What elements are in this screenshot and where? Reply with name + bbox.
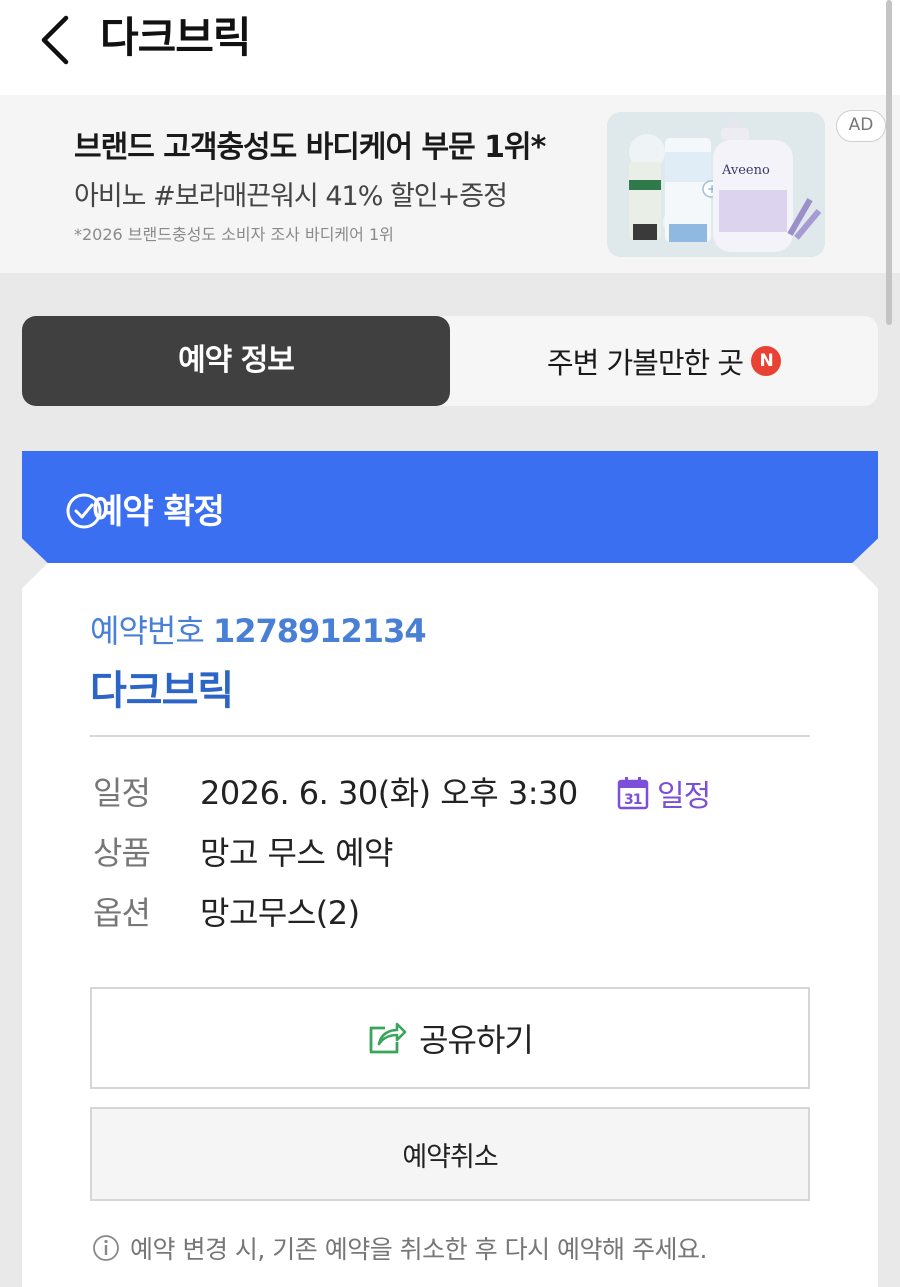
product-value: 망고 무스 예약: [200, 834, 393, 872]
svg-text:31: 31: [624, 792, 642, 808]
info-icon: [93, 1235, 119, 1261]
share-button[interactable]: 공유하기: [90, 987, 810, 1089]
ad-footnote: *2026 브랜드충성도 소비자 조사 바디케어 1위: [74, 225, 394, 244]
ad-product-image[interactable]: + Aveeno: [607, 112, 825, 257]
schedule-value: 2026. 6. 30(화) 오후 3:30: [200, 774, 578, 812]
notice-text: 예약 변경 시, 기존 예약을 취소한 후 다시 예약해 주세요.: [130, 1235, 707, 1264]
share-label: 공유하기: [419, 1021, 534, 1059]
notice: 예약 변경 시, 기존 예약을 취소한 후 다시 예약해 주세요.: [92, 1230, 707, 1266]
add-to-calendar-link[interactable]: 31 일정: [617, 771, 711, 815]
back-button[interactable]: [30, 12, 80, 68]
reservation-number-value: 1278912134: [212, 612, 427, 650]
page-title: 다크브릭: [100, 13, 252, 62]
tab-nearby-places[interactable]: 주변 가볼만한 곳 N: [450, 316, 878, 406]
tab-bar: 예약 정보 주변 가볼만한 곳 N: [22, 316, 878, 406]
ad-brand-logo: Aveeno: [721, 163, 770, 178]
ad-subtitle[interactable]: 아비노 #보라매끈워시 41% 할인+증정: [74, 174, 508, 213]
chevron-left-icon: [41, 15, 69, 65]
cancel-reservation-button[interactable]: 예약취소: [90, 1107, 810, 1201]
top-bar: 다크브릭: [0, 0, 900, 95]
product-label: 상품: [93, 834, 151, 872]
ad-badge[interactable]: AD: [836, 110, 886, 142]
store-name[interactable]: 다크브릭: [90, 658, 234, 716]
schedule-label: 일정: [93, 774, 151, 812]
new-badge: N: [751, 346, 782, 376]
reservation-number: 예약번호 1278912134: [90, 606, 427, 652]
option-label: 옵션: [93, 894, 151, 932]
share-icon: [369, 1022, 407, 1054]
status-label: 예약 확정: [92, 492, 225, 532]
divider: [90, 735, 810, 737]
calendar-icon: 31: [617, 777, 649, 810]
scrollbar[interactable]: [886, 0, 892, 325]
tab-reservation-info[interactable]: 예약 정보: [22, 316, 450, 406]
option-value: 망고무스(2): [200, 894, 360, 932]
calendar-link-label: 일정: [657, 779, 711, 814]
ad-title[interactable]: 브랜드 고객충성도 바디케어 부문 1위*: [74, 122, 546, 166]
tab-nearby-label: 주변 가볼만한 곳: [546, 346, 744, 380]
reservation-number-label: 예약번호: [90, 612, 205, 650]
